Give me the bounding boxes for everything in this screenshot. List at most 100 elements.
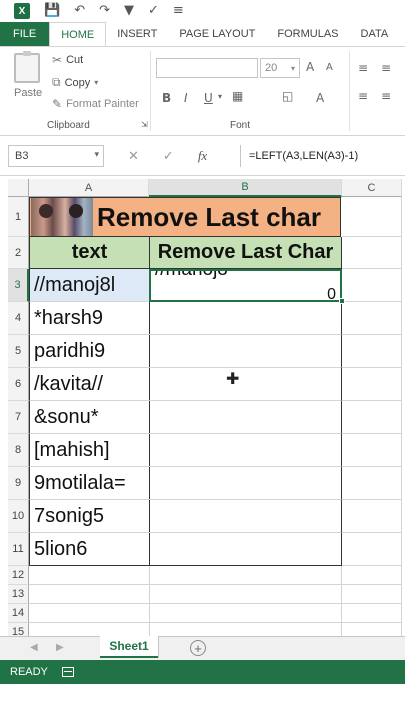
row-header-2[interactable]: 2 [8,237,29,269]
cell[interactable] [342,302,402,335]
grow-font-button[interactable]: A [306,60,314,74]
cell[interactable] [342,585,402,604]
cell-b6[interactable] [149,368,342,401]
row-header-12[interactable]: 12 [8,566,29,585]
cell-b8[interactable] [149,434,342,467]
sheet-tab-sheet1[interactable]: Sheet1 [100,636,158,658]
spelling-icon[interactable]: ✓ [148,3,159,19]
cell-a10[interactable]: 7sonig5 [29,500,150,533]
cell[interactable] [342,197,402,237]
align-left-icon[interactable]: ≡ [358,89,368,103]
tab-data[interactable]: DATA [350,22,400,46]
macro-record-icon[interactable] [61,667,74,677]
column-header-a[interactable]: A [29,179,149,197]
cancel-icon[interactable]: ✕ [128,148,139,164]
tab-page-layout[interactable]: PAGE LAYOUT [168,22,266,46]
cell[interactable] [342,623,402,636]
cell[interactable] [149,566,342,585]
row-header-9[interactable]: 9 [8,467,29,500]
name-box[interactable]: B3 ▾ [8,145,104,167]
cell[interactable] [342,401,402,434]
cell[interactable] [342,533,402,566]
cell[interactable] [342,566,402,585]
row-header-3[interactable]: 3 [8,269,29,302]
cell-a6[interactable]: /kavita// [29,368,150,401]
cell[interactable] [149,604,342,623]
cell-a9[interactable]: 9motilala= [29,467,150,500]
dialog-launcher-icon[interactable]: ⇲ [141,120,148,129]
cell[interactable] [342,500,402,533]
align-top-icon[interactable]: ≡ [358,61,368,75]
underline-button[interactable]: U [204,91,213,105]
column-header-b[interactable]: B [149,179,342,197]
row-header-8[interactable]: 8 [8,434,29,467]
header-cell-text[interactable]: text [29,237,150,269]
row-header-5[interactable]: 5 [8,335,29,368]
paste-button[interactable]: Paste [14,87,42,99]
cell[interactable] [342,604,402,623]
cell-a7[interactable]: &sonu* [29,401,150,434]
scroll-left-icon[interactable]: ◀ [30,642,38,653]
row-header-13[interactable]: 13 [8,585,29,604]
row-header-1[interactable]: 1 [8,197,29,237]
customize-icon[interactable]: ≡ [173,3,184,19]
italic-button[interactable]: I [184,91,188,105]
cell-b10[interactable] [149,500,342,533]
cell[interactable] [149,585,342,604]
tab-insert[interactable]: INSERT [106,22,168,46]
align-center-icon[interactable]: ≡ [381,89,391,103]
font-name-select[interactable] [156,58,258,78]
row-header-15[interactable]: 15 [8,623,29,636]
cell[interactable] [29,623,150,636]
cell[interactable] [29,604,150,623]
cell[interactable] [342,368,402,401]
select-all-corner[interactable] [8,179,29,197]
insert-function-icon[interactable]: fx [198,148,207,164]
cell-a4[interactable]: *harsh9 [29,302,150,335]
row-header-6[interactable]: 6 [8,368,29,401]
fill-color-icon[interactable]: ◱ [282,89,293,103]
row-header-4[interactable]: 4 [8,302,29,335]
row-header-10[interactable]: 10 [8,500,29,533]
row-header-11[interactable]: 11 [8,533,29,566]
font-size-select[interactable]: 20 ▾ [260,58,300,78]
tab-file[interactable]: FILE [0,22,50,46]
font-color-button[interactable]: A [316,91,324,105]
paste-icon[interactable] [14,51,40,83]
column-header-c[interactable]: C [342,179,402,197]
worksheet-grid[interactable]: A B C 1 2 3 4 5 6 7 8 9 10 11 12 13 14 1… [0,176,405,636]
undo-icon[interactable]: ↶ [74,3,85,19]
save-icon[interactable]: 💾 [44,3,60,19]
cell[interactable] [342,335,402,368]
tab-formulas[interactable]: FORMULAS [266,22,349,46]
cell[interactable] [29,585,150,604]
row-header-7[interactable]: 7 [8,401,29,434]
scroll-right-icon[interactable]: ▶ [56,642,64,653]
redo-icon[interactable]: ↷ [99,3,110,19]
shrink-font-button[interactable]: A [326,62,333,73]
cell-a8[interactable]: [mahish] [29,434,150,467]
align-middle-icon[interactable]: ≡ [381,61,391,75]
cell-b7[interactable] [149,401,342,434]
tab-home[interactable]: HOME [49,22,107,47]
copy-button[interactable]: ⧉ Copy ▾ [52,75,98,90]
cell[interactable] [149,623,342,636]
cell-b11[interactable] [149,533,342,566]
cell-b4[interactable] [149,302,342,335]
cell-a5[interactable]: paridhi9 [29,335,150,368]
cell-a11[interactable]: 5lion6 [29,533,150,566]
cell[interactable] [29,566,150,585]
fill-handle[interactable] [339,298,345,304]
cell-b9[interactable] [149,467,342,500]
cell-a3[interactable]: //manoj8l [29,269,150,302]
cell[interactable] [342,269,402,302]
confirm-icon[interactable]: ✓ [163,148,174,164]
row-header-14[interactable]: 14 [8,604,29,623]
cell[interactable] [342,434,402,467]
header-cell-remove-last-char[interactable]: Remove Last Char [149,237,342,269]
borders-icon[interactable]: ▦ [232,89,243,103]
formula-input[interactable]: =LEFT(A3,LEN(A3)-1) [240,145,405,167]
format-painter-button[interactable]: ✎ Format Painter [52,97,139,111]
cell-b5[interactable] [149,335,342,368]
add-sheet-icon[interactable]: + [190,640,206,656]
